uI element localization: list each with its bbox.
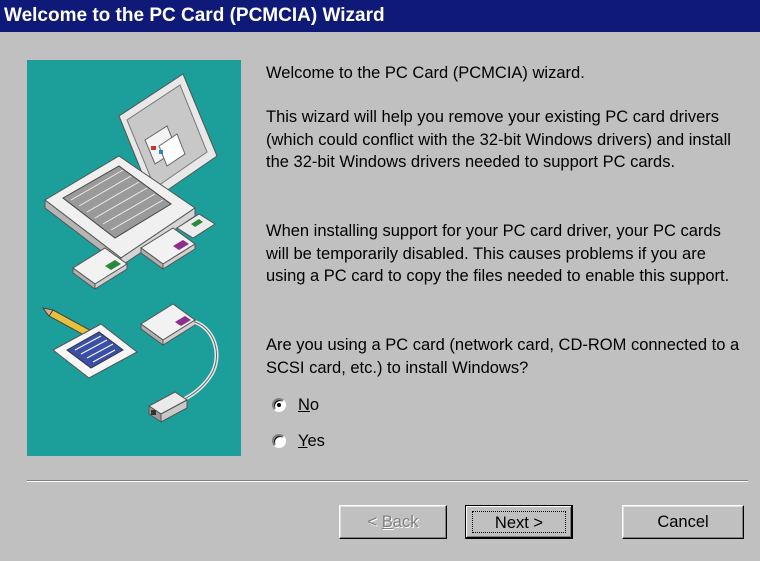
option-no-label: No (298, 395, 320, 414)
back-button[interactable]: < Back (339, 505, 447, 539)
next-button-label: Next > (494, 514, 544, 532)
option-no[interactable]: No (272, 394, 319, 416)
welcome-text: Welcome to the PC Card (PCMCIA) wizard. (266, 64, 585, 82)
wizard-dialog: Welcome to the PC Card (PCMCIA) Wizard W… (0, 0, 760, 561)
cancel-button-label: Cancel (657, 513, 709, 531)
next-button[interactable]: Next > (465, 505, 573, 539)
help-text: This wizard will help you remove your ex… (266, 108, 731, 171)
radio-yes[interactable] (272, 434, 286, 448)
title-bar[interactable]: Welcome to the PC Card (PCMCIA) Wizard (0, 0, 760, 32)
option-yes-label: Yes (298, 431, 325, 450)
cancel-button[interactable]: Cancel (622, 505, 744, 539)
option-yes[interactable]: Yes (272, 430, 325, 452)
next-button-focus-rect: Next > (472, 511, 566, 533)
install-warning-text: When installing support for your PC card… (266, 222, 730, 285)
pc-card-question: Are you using a PC card (network card, C… (266, 336, 740, 377)
laptop-pc-cards-illustration-icon (41, 73, 219, 423)
wizard-illustration (27, 60, 241, 456)
separator-line (27, 480, 748, 482)
radio-no[interactable] (272, 398, 286, 412)
window-title: Welcome to the PC Card (PCMCIA) Wizard (4, 5, 385, 26)
